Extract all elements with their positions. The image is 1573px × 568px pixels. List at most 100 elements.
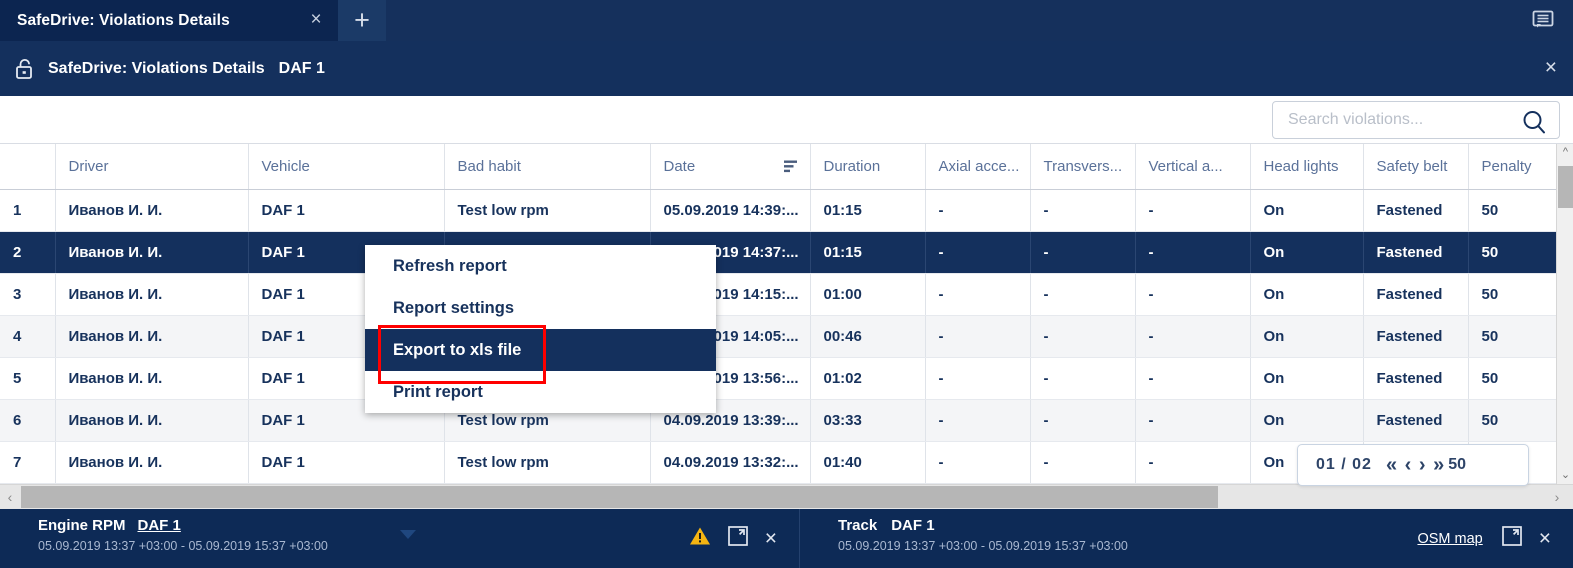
- column-header-vertical-acceleration[interactable]: Vertical a...: [1135, 144, 1251, 190]
- column-header-bad-habit[interactable]: Bad habit: [444, 144, 651, 190]
- warning-triangle-icon[interactable]: [689, 526, 711, 551]
- tab-violations-details[interactable]: SafeDrive: Violations Details ×: [0, 0, 338, 41]
- panel-unit-link[interactable]: DAF 1: [138, 517, 181, 534]
- cell-transverse: -: [1030, 399, 1136, 442]
- cell-rownum: 4: [0, 315, 56, 358]
- table-row[interactable]: 6 Иванов И. И. DAF 1 Test low rpm 04.09.…: [0, 399, 1573, 442]
- search-icon[interactable]: [1520, 108, 1548, 141]
- unlocked-padlock-icon[interactable]: [12, 56, 38, 82]
- cell-safety-belt: Fastened: [1363, 273, 1469, 316]
- cell-vertical: -: [1135, 273, 1251, 316]
- cell-safety-belt: Fastened: [1363, 357, 1469, 400]
- window-subtitle: DAF 1: [278, 59, 325, 77]
- column-header-driver[interactable]: Driver: [55, 144, 249, 190]
- cell-axial: -: [925, 399, 1031, 442]
- cell-transverse: -: [1030, 441, 1136, 484]
- panel-controls: OSM map ×: [1417, 525, 1551, 552]
- window-close-icon[interactable]: ×: [1545, 57, 1557, 78]
- cell-axial: -: [925, 441, 1031, 484]
- cell-transverse: -: [1030, 315, 1136, 358]
- cell-transverse: -: [1030, 273, 1136, 316]
- cell-transverse: -: [1030, 189, 1136, 232]
- cell-vehicle: DAF 1: [248, 189, 445, 232]
- cell-driver: Иванов И. И.: [55, 315, 249, 358]
- panel-close-icon[interactable]: ×: [765, 528, 777, 549]
- cell-rownum: 7: [0, 441, 56, 484]
- restore-window-icon[interactable]: [1501, 525, 1523, 552]
- context-menu-item-report-settings[interactable]: Report settings: [365, 287, 716, 329]
- cell-vertical: -: [1135, 399, 1251, 442]
- pagination-prev-icon[interactable]: ‹: [1404, 454, 1413, 476]
- horizontal-scroll-thumb[interactable]: [21, 486, 1218, 508]
- pagination-nav-buttons: « ‹ › »: [1385, 454, 1445, 477]
- table-row[interactable]: 5 Иванов И. И. DAF 1 Test low rpm 05.09.…: [0, 357, 1573, 400]
- column-header-transverse-acceleration[interactable]: Transvers...: [1030, 144, 1136, 190]
- search-box[interactable]: [1272, 101, 1560, 139]
- pagination-next-icon[interactable]: ›: [1418, 454, 1427, 476]
- cell-duration: 00:46: [810, 315, 926, 358]
- cell-vertical: -: [1135, 231, 1251, 274]
- scroll-up-icon[interactable]: ^: [1557, 144, 1573, 161]
- restore-window-icon[interactable]: [727, 525, 749, 552]
- table-horizontal-scrollbar[interactable]: ‹ ›: [0, 484, 1573, 509]
- context-menu-item-print-report[interactable]: Print report: [365, 371, 716, 413]
- cell-axial: -: [925, 315, 1031, 358]
- tab-title: SafeDrive: Violations Details: [17, 11, 230, 29]
- column-header-safety-belt[interactable]: Safety belt: [1363, 144, 1469, 190]
- pagination-page-size[interactable]: 50: [1448, 456, 1466, 474]
- context-menu: Refresh report Report settings Export to…: [365, 245, 716, 413]
- column-header-duration[interactable]: Duration: [810, 144, 926, 190]
- violations-table: Driver Vehicle Bad habit Date Duration A…: [0, 144, 1573, 484]
- application-window: SafeDrive: Violations Details × + SafeDr…: [0, 0, 1573, 568]
- cell-driver: Иванов И. И.: [55, 441, 249, 484]
- column-header-date[interactable]: Date: [650, 144, 811, 190]
- panel-title-label: Engine RPM: [38, 517, 126, 534]
- cell-axial: -: [925, 189, 1031, 232]
- vertical-scroll-thumb[interactable]: [1558, 166, 1573, 208]
- panel-title: Engine RPM DAF 1: [38, 517, 181, 534]
- scroll-down-icon[interactable]: ⌄: [1557, 467, 1573, 484]
- cell-axial: -: [925, 357, 1031, 400]
- cell-head-lights: On: [1250, 399, 1364, 442]
- context-menu-item-export-to-xls[interactable]: Export to xls file: [365, 329, 716, 371]
- message-icon[interactable]: [1531, 9, 1555, 31]
- chevron-down-icon[interactable]: [400, 530, 416, 539]
- table-row-selected[interactable]: 2 Иванов И. И. DAF 1 Test low rpm 05.09.…: [0, 231, 1573, 274]
- sort-descending-icon[interactable]: [783, 160, 798, 177]
- violations-table-container: Driver Vehicle Bad habit Date Duration A…: [0, 144, 1573, 484]
- cell-vertical: -: [1135, 315, 1251, 358]
- pagination-first-icon[interactable]: «: [1385, 454, 1398, 476]
- scroll-right-icon[interactable]: ›: [1547, 485, 1567, 509]
- column-header-axial-acceleration[interactable]: Axial acce...: [925, 144, 1031, 190]
- column-header-rownum[interactable]: [0, 144, 56, 190]
- column-header-date-label: Date: [663, 157, 696, 175]
- pagination-control: 01 / 02 « ‹ › » 50: [1297, 444, 1529, 486]
- cell-transverse: -: [1030, 231, 1136, 274]
- table-vertical-scrollbar[interactable]: ^ ⌄: [1556, 144, 1573, 484]
- table-row[interactable]: 1 Иванов И. И. DAF 1 Test low rpm 05.09.…: [0, 189, 1573, 232]
- cell-safety-belt: Fastened: [1363, 399, 1469, 442]
- search-input[interactable]: [1288, 111, 1498, 129]
- search-strip: [0, 96, 1573, 144]
- cell-head-lights: On: [1250, 231, 1364, 274]
- pagination-page-indicator: 01 / 02: [1316, 456, 1372, 473]
- cell-bad-habit: Test low rpm: [444, 189, 651, 232]
- scroll-left-icon[interactable]: ‹: [0, 485, 20, 509]
- cell-rownum: 2: [0, 231, 56, 274]
- column-header-head-lights[interactable]: Head lights: [1250, 144, 1364, 190]
- context-menu-item-refresh-report[interactable]: Refresh report: [365, 245, 716, 287]
- tab-close-icon[interactable]: ×: [306, 10, 326, 31]
- column-header-vehicle[interactable]: Vehicle: [248, 144, 445, 190]
- panel-controls: ×: [689, 525, 777, 552]
- table-row[interactable]: 3 Иванов И. И. DAF 1 Test low rpm 05.09.…: [0, 273, 1573, 316]
- cell-safety-belt: Fastened: [1363, 315, 1469, 358]
- window-header: SafeDrive: Violations Details DAF 1 ×: [0, 41, 1573, 96]
- table-row[interactable]: 4 Иванов И. И. DAF 1 Test low rpm 05.09.…: [0, 315, 1573, 358]
- cell-axial: -: [925, 273, 1031, 316]
- pagination-last-icon[interactable]: »: [1432, 454, 1445, 476]
- osm-map-link[interactable]: OSM map: [1417, 531, 1482, 547]
- panel-close-icon[interactable]: ×: [1539, 528, 1551, 549]
- panel-time-range: 05.09.2019 13:37 +03:00 - 05.09.2019 15:…: [38, 539, 328, 553]
- cell-duration: 01:00: [810, 273, 926, 316]
- new-tab-button[interactable]: +: [338, 0, 386, 41]
